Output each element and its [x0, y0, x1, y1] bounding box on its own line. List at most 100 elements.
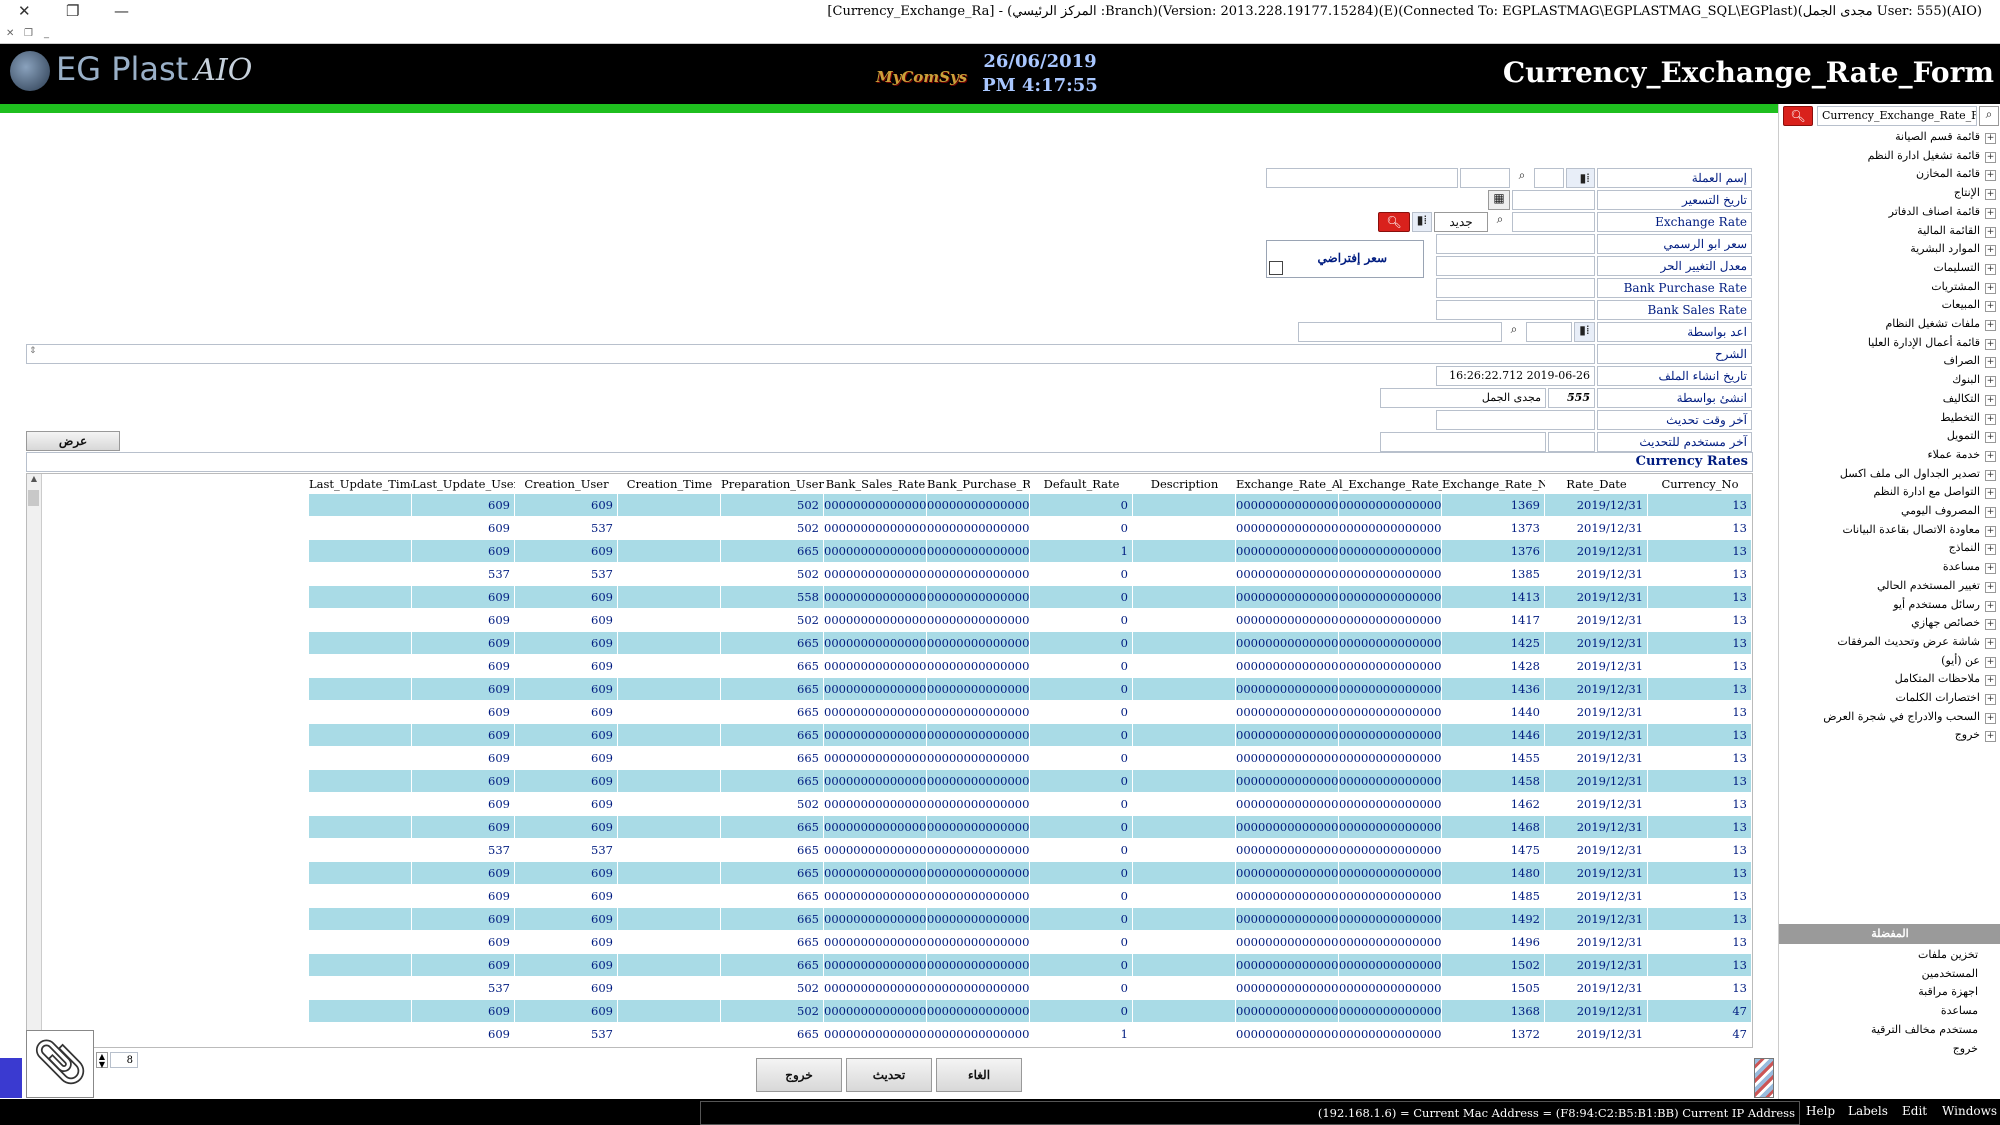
expand-icon[interactable]: + [1985, 581, 1996, 593]
table-cell[interactable]: 609 [412, 655, 515, 677]
table-cell[interactable]: 13 [1648, 563, 1752, 585]
expand-icon[interactable]: + [1985, 637, 1996, 649]
table-cell[interactable]: 0 [1030, 862, 1133, 884]
sidebar-menu-item[interactable]: خدمة عملاء [1927, 448, 1980, 461]
sidebar-menu-item[interactable]: التواصل مع ادارة النظم [1873, 485, 1980, 498]
table-cell[interactable]: 0 [1030, 1000, 1133, 1022]
table-cell[interactable]: 1492 [1442, 908, 1545, 930]
table-cell[interactable]: 1 [1030, 1023, 1133, 1045]
table-cell[interactable] [309, 701, 412, 723]
table-cell[interactable]: 609 [412, 586, 515, 608]
table-cell[interactable] [618, 908, 721, 930]
table-cell[interactable]: 13 [1648, 931, 1752, 953]
table-cell[interactable] [1133, 678, 1236, 700]
table-cell[interactable]: 0000000000000000 [1339, 770, 1442, 792]
table-cell[interactable]: 609 [515, 701, 618, 723]
sidebar-menu-item[interactable]: المبيعات [1942, 298, 1980, 311]
table-cell[interactable]: 0000000000000000 [1236, 908, 1339, 930]
expand-icon[interactable]: + [1985, 320, 1996, 331]
table-cell[interactable]: 2019/12/31 [1545, 655, 1648, 677]
table-cell[interactable]: 2019/12/31 [1545, 954, 1648, 976]
table-cell[interactable]: 609 [412, 540, 515, 562]
free-rate-input[interactable] [1436, 256, 1595, 276]
table-cell[interactable]: 0000000000000000 [1236, 1000, 1339, 1022]
grid-column-header[interactable]: Description [1133, 474, 1236, 494]
grid-column-header[interactable]: Last_Update_User [412, 474, 515, 494]
table-cell[interactable] [1133, 816, 1236, 838]
table-cell[interactable]: 0000000000000000 [927, 839, 1030, 861]
table-cell[interactable]: 502 [721, 793, 824, 815]
grid-vertical-scrollbar[interactable]: ▲ [27, 474, 42, 1047]
description-input[interactable]: ⇕ [26, 344, 1595, 364]
table-cell[interactable]: 1372 [1442, 1023, 1545, 1045]
table-cell[interactable]: 2019/12/31 [1545, 563, 1648, 585]
table-cell[interactable]: 0000000000000000 [1339, 862, 1442, 884]
table-cell[interactable] [309, 931, 412, 953]
table-cell[interactable]: 0000000000000000 [824, 954, 927, 976]
table-cell[interactable]: 0000000000000000 [927, 1023, 1030, 1045]
table-cell[interactable]: 609 [515, 793, 618, 815]
minimize-window-icon[interactable]: — [114, 2, 129, 20]
table-cell[interactable]: 537 [515, 563, 618, 585]
menu-labels[interactable]: Labels [1848, 1104, 1888, 1118]
table-cell[interactable]: 609 [412, 678, 515, 700]
table-cell[interactable]: 0000000000000000 [1236, 655, 1339, 677]
table-cell[interactable]: 1369 [1442, 494, 1545, 516]
table-cell[interactable]: 609 [515, 770, 618, 792]
table-cell[interactable]: 0 [1030, 494, 1133, 516]
exit-button[interactable]: خروج [756, 1058, 842, 1092]
table-cell[interactable]: 2019/12/31 [1545, 770, 1648, 792]
table-cell[interactable]: 0 [1030, 678, 1133, 700]
table-cell[interactable] [618, 494, 721, 516]
favorite-item[interactable]: المستخدمين [1922, 967, 1978, 980]
table-cell[interactable] [618, 724, 721, 746]
table-cell[interactable]: 609 [515, 655, 618, 677]
table-cell[interactable]: 0000000000000000 [824, 839, 927, 861]
show-button[interactable]: عرض [26, 431, 120, 451]
table-cell[interactable]: 0000000000000000 [1236, 885, 1339, 907]
table-cell[interactable]: 2019/12/31 [1545, 1023, 1648, 1045]
sidebar-menu-item[interactable]: الموارد البشرية [1910, 242, 1980, 255]
table-cell[interactable]: 0000000000000000 [927, 793, 1030, 815]
table-cell[interactable]: 0000000000000000 [1339, 678, 1442, 700]
table-cell[interactable]: 0 [1030, 517, 1133, 539]
table-cell[interactable] [309, 885, 412, 907]
expand-icon[interactable]: + [1985, 189, 1996, 201]
table-cell[interactable] [618, 770, 721, 792]
table-cell[interactable]: 13 [1648, 609, 1752, 631]
grid-column-header[interactable]: Creation_Time [618, 474, 721, 494]
table-cell[interactable]: 0 [1030, 724, 1133, 746]
table-cell[interactable]: 609 [412, 931, 515, 953]
table-cell[interactable]: 665 [721, 839, 824, 861]
table-cell[interactable]: 609 [515, 885, 618, 907]
table-cell[interactable]: 0000000000000000 [927, 908, 1030, 930]
scroll-up-icon[interactable]: ▲ [27, 474, 41, 483]
table-cell[interactable]: 0000000000000000 [1236, 816, 1339, 838]
table-cell[interactable]: 665 [721, 701, 824, 723]
expand-icon[interactable]: + [1985, 207, 1996, 219]
table-cell[interactable] [309, 494, 412, 516]
table-cell[interactable]: 537 [515, 839, 618, 861]
table-cell[interactable]: 1485 [1442, 885, 1545, 907]
table-cell[interactable]: 609 [412, 724, 515, 746]
table-cell[interactable]: 665 [721, 655, 824, 677]
table-cell[interactable]: 502 [721, 494, 824, 516]
exchange-rate-find-button[interactable]: 🔍︎ [1378, 212, 1410, 232]
table-cell[interactable] [309, 609, 412, 631]
table-cell[interactable] [618, 747, 721, 769]
table-cell[interactable]: 0000000000000000 [927, 885, 1030, 907]
expand-icon[interactable]: + [1985, 563, 1996, 575]
expand-icon[interactable]: + [1985, 675, 1996, 687]
table-cell[interactable]: 0000000000000000 [927, 678, 1030, 700]
table-cell[interactable]: 2019/12/31 [1545, 839, 1648, 861]
table-cell[interactable]: 537 [515, 1023, 618, 1045]
table-cell[interactable]: 0000000000000000 [1339, 563, 1442, 585]
table-cell[interactable]: 1458 [1442, 770, 1545, 792]
table-cell[interactable]: 537 [515, 517, 618, 539]
table-cell[interactable]: 2019/12/31 [1545, 793, 1648, 815]
expand-icon[interactable]: + [1985, 151, 1996, 163]
expand-icon[interactable]: + [1985, 694, 1996, 705]
favorite-item[interactable]: خروج [1953, 1042, 1978, 1055]
sidebar-menu-item[interactable]: قائمة المخازن [1916, 167, 1980, 180]
table-cell[interactable]: 0000000000000000 [1339, 586, 1442, 608]
